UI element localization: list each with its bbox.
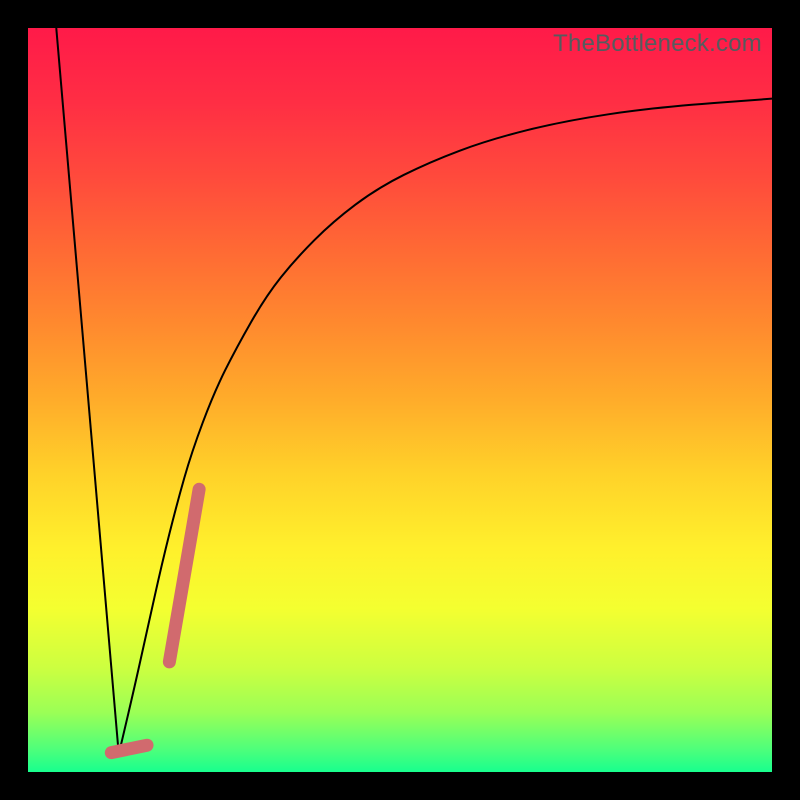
series-right-curve — [119, 99, 772, 754]
plot-area: TheBottleneck.com — [28, 28, 772, 772]
outer-frame: TheBottleneck.com — [0, 0, 800, 800]
chart-curves — [28, 28, 772, 772]
series-left-descent — [56, 28, 118, 754]
watermark-text: TheBottleneck.com — [553, 30, 762, 58]
series-pink-stroke-bottom — [111, 745, 147, 752]
